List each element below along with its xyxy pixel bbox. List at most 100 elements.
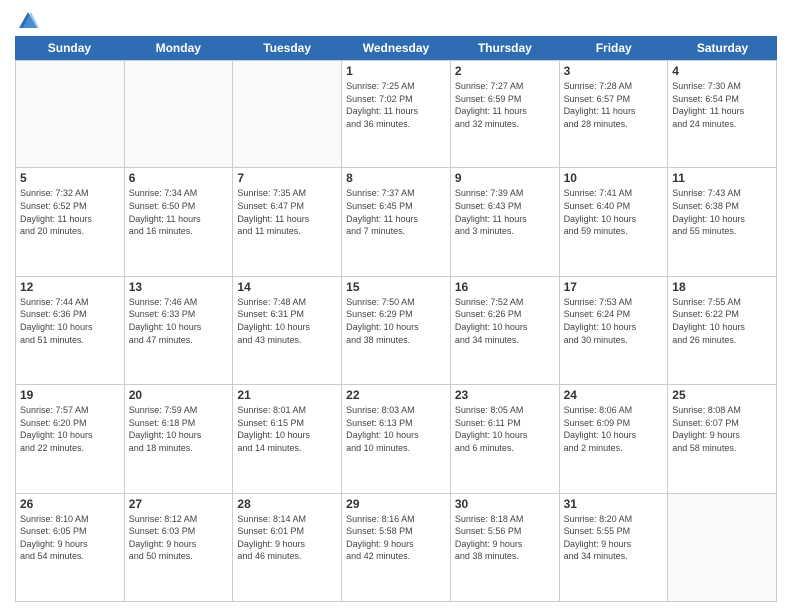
day-number: 25 — [672, 388, 772, 402]
day-number: 21 — [237, 388, 337, 402]
day-number: 24 — [564, 388, 664, 402]
cell-info: Sunrise: 7:35 AM Sunset: 6:47 PM Dayligh… — [237, 187, 337, 237]
cal-cell-20: 20 Sunrise: 7:59 AM Sunset: 6:18 PM Dayli… — [125, 385, 234, 493]
cell-info: Sunrise: 7:41 AM Sunset: 6:40 PM Dayligh… — [564, 187, 664, 237]
cal-cell-16: 16 Sunrise: 7:52 AM Sunset: 6:26 PM Dayli… — [451, 277, 560, 385]
cell-info: Sunrise: 7:52 AM Sunset: 6:26 PM Dayligh… — [455, 296, 555, 346]
cell-info: Sunrise: 8:14 AM Sunset: 6:01 PM Dayligh… — [237, 513, 337, 563]
cal-cell-empty-0-2 — [233, 60, 342, 168]
header-day-sunday: Sunday — [15, 36, 124, 60]
day-number: 26 — [20, 497, 120, 511]
cal-cell-14: 14 Sunrise: 7:48 AM Sunset: 6:31 PM Dayli… — [233, 277, 342, 385]
day-number: 28 — [237, 497, 337, 511]
cal-cell-22: 22 Sunrise: 8:03 AM Sunset: 6:13 PM Dayli… — [342, 385, 451, 493]
cal-cell-23: 23 Sunrise: 8:05 AM Sunset: 6:11 PM Dayli… — [451, 385, 560, 493]
day-number: 14 — [237, 280, 337, 294]
cal-cell-empty-4-6 — [668, 494, 777, 602]
cal-row-4: 26 Sunrise: 8:10 AM Sunset: 6:05 PM Dayli… — [15, 494, 777, 602]
cal-cell-19: 19 Sunrise: 7:57 AM Sunset: 6:20 PM Dayli… — [16, 385, 125, 493]
cell-info: Sunrise: 7:48 AM Sunset: 6:31 PM Dayligh… — [237, 296, 337, 346]
cell-info: Sunrise: 7:59 AM Sunset: 6:18 PM Dayligh… — [129, 404, 229, 454]
cal-cell-3: 3 Sunrise: 7:28 AM Sunset: 6:57 PM Daylig… — [560, 60, 669, 168]
cal-cell-15: 15 Sunrise: 7:50 AM Sunset: 6:29 PM Dayli… — [342, 277, 451, 385]
day-number: 7 — [237, 171, 337, 185]
day-number: 13 — [129, 280, 229, 294]
cell-info: Sunrise: 8:08 AM Sunset: 6:07 PM Dayligh… — [672, 404, 772, 454]
cal-cell-11: 11Sunrise: 7:43 AM Sunset: 6:38 PM Dayli… — [668, 168, 777, 276]
day-number: 12 — [20, 280, 120, 294]
cal-row-2: 12 Sunrise: 7:44 AM Sunset: 6:36 PM Dayli… — [15, 277, 777, 385]
header-day-saturday: Saturday — [668, 36, 777, 60]
cal-cell-26: 26 Sunrise: 8:10 AM Sunset: 6:05 PM Dayli… — [16, 494, 125, 602]
day-number: 6 — [129, 171, 229, 185]
day-number: 3 — [564, 64, 664, 78]
cell-info: Sunrise: 8:18 AM Sunset: 5:56 PM Dayligh… — [455, 513, 555, 563]
cal-cell-10: 10 Sunrise: 7:41 AM Sunset: 6:40 PM Dayli… — [560, 168, 669, 276]
header-day-friday: Friday — [559, 36, 668, 60]
cell-info: Sunrise: 8:20 AM Sunset: 5:55 PM Dayligh… — [564, 513, 664, 563]
cell-info: Sunrise: 7:30 AM Sunset: 6:54 PM Dayligh… — [672, 80, 772, 130]
day-number: 29 — [346, 497, 446, 511]
cell-info: Sunrise: 7:28 AM Sunset: 6:57 PM Dayligh… — [564, 80, 664, 130]
cell-info: Sunrise: 7:46 AM Sunset: 6:33 PM Dayligh… — [129, 296, 229, 346]
day-number: 15 — [346, 280, 446, 294]
day-number: 16 — [455, 280, 555, 294]
calendar: SundayMondayTuesdayWednesdayThursdayFrid… — [15, 36, 777, 602]
day-number: 18 — [672, 280, 772, 294]
cal-cell-9: 9 Sunrise: 7:39 AM Sunset: 6:43 PM Daylig… — [451, 168, 560, 276]
cell-info: Sunrise: 8:03 AM Sunset: 6:13 PM Dayligh… — [346, 404, 446, 454]
cal-cell-27: 27 Sunrise: 8:12 AM Sunset: 6:03 PM Dayli… — [125, 494, 234, 602]
day-number: 17 — [564, 280, 664, 294]
day-number: 20 — [129, 388, 229, 402]
cal-cell-2: 2 Sunrise: 7:27 AM Sunset: 6:59 PM Daylig… — [451, 60, 560, 168]
cal-cell-empty-0-0 — [16, 60, 125, 168]
cal-cell-6: 6Sunrise: 7:34 AM Sunset: 6:50 PM Daylig… — [125, 168, 234, 276]
cal-cell-29: 29 Sunrise: 8:16 AM Sunset: 5:58 PM Dayli… — [342, 494, 451, 602]
cell-info: Sunrise: 7:55 AM Sunset: 6:22 PM Dayligh… — [672, 296, 772, 346]
day-number: 23 — [455, 388, 555, 402]
day-number: 4 — [672, 64, 772, 78]
day-number: 19 — [20, 388, 120, 402]
day-number: 2 — [455, 64, 555, 78]
cal-cell-8: 8 Sunrise: 7:37 AM Sunset: 6:45 PM Daylig… — [342, 168, 451, 276]
calendar-header: SundayMondayTuesdayWednesdayThursdayFrid… — [15, 36, 777, 60]
cell-info: Sunrise: 8:05 AM Sunset: 6:11 PM Dayligh… — [455, 404, 555, 454]
day-number: 27 — [129, 497, 229, 511]
cell-info: Sunrise: 7:50 AM Sunset: 6:29 PM Dayligh… — [346, 296, 446, 346]
cell-info: Sunrise: 7:57 AM Sunset: 6:20 PM Dayligh… — [20, 404, 120, 454]
logo — [15, 10, 39, 32]
cell-info: Sunrise: 8:16 AM Sunset: 5:58 PM Dayligh… — [346, 513, 446, 563]
cal-cell-5: 5 Sunrise: 7:32 AM Sunset: 6:52 PM Daylig… — [16, 168, 125, 276]
cell-info: Sunrise: 7:39 AM Sunset: 6:43 PM Dayligh… — [455, 187, 555, 237]
cal-row-1: 5 Sunrise: 7:32 AM Sunset: 6:52 PM Daylig… — [15, 168, 777, 276]
cal-cell-empty-0-1 — [125, 60, 234, 168]
cell-info: Sunrise: 7:27 AM Sunset: 6:59 PM Dayligh… — [455, 80, 555, 130]
cell-info: Sunrise: 8:10 AM Sunset: 6:05 PM Dayligh… — [20, 513, 120, 563]
cell-info: Sunrise: 7:44 AM Sunset: 6:36 PM Dayligh… — [20, 296, 120, 346]
calendar-body: 1Sunrise: 7:25 AM Sunset: 7:02 PM Daylig… — [15, 60, 777, 602]
cal-cell-18: 18 Sunrise: 7:55 AM Sunset: 6:22 PM Dayli… — [668, 277, 777, 385]
header-day-wednesday: Wednesday — [342, 36, 451, 60]
header — [15, 10, 777, 32]
cal-cell-7: 7 Sunrise: 7:35 AM Sunset: 6:47 PM Daylig… — [233, 168, 342, 276]
cal-cell-28: 28 Sunrise: 8:14 AM Sunset: 6:01 PM Dayli… — [233, 494, 342, 602]
cal-cell-1: 1Sunrise: 7:25 AM Sunset: 7:02 PM Daylig… — [342, 60, 451, 168]
day-number: 8 — [346, 171, 446, 185]
cal-row-0: 1Sunrise: 7:25 AM Sunset: 7:02 PM Daylig… — [15, 60, 777, 168]
day-number: 22 — [346, 388, 446, 402]
cell-info: Sunrise: 7:37 AM Sunset: 6:45 PM Dayligh… — [346, 187, 446, 237]
logo-icon — [17, 10, 39, 32]
cell-info: Sunrise: 7:32 AM Sunset: 6:52 PM Dayligh… — [20, 187, 120, 237]
day-number: 5 — [20, 171, 120, 185]
cal-cell-17: 17Sunrise: 7:53 AM Sunset: 6:24 PM Dayli… — [560, 277, 669, 385]
day-number: 10 — [564, 171, 664, 185]
cal-cell-12: 12 Sunrise: 7:44 AM Sunset: 6:36 PM Dayli… — [16, 277, 125, 385]
day-number: 31 — [564, 497, 664, 511]
day-number: 9 — [455, 171, 555, 185]
cell-info: Sunrise: 8:12 AM Sunset: 6:03 PM Dayligh… — [129, 513, 229, 563]
cell-info: Sunrise: 7:43 AM Sunset: 6:38 PM Dayligh… — [672, 187, 772, 237]
cal-cell-24: 24Sunrise: 8:06 AM Sunset: 6:09 PM Dayli… — [560, 385, 669, 493]
header-day-tuesday: Tuesday — [233, 36, 342, 60]
day-number: 30 — [455, 497, 555, 511]
cal-cell-25: 25 Sunrise: 8:08 AM Sunset: 6:07 PM Dayli… — [668, 385, 777, 493]
